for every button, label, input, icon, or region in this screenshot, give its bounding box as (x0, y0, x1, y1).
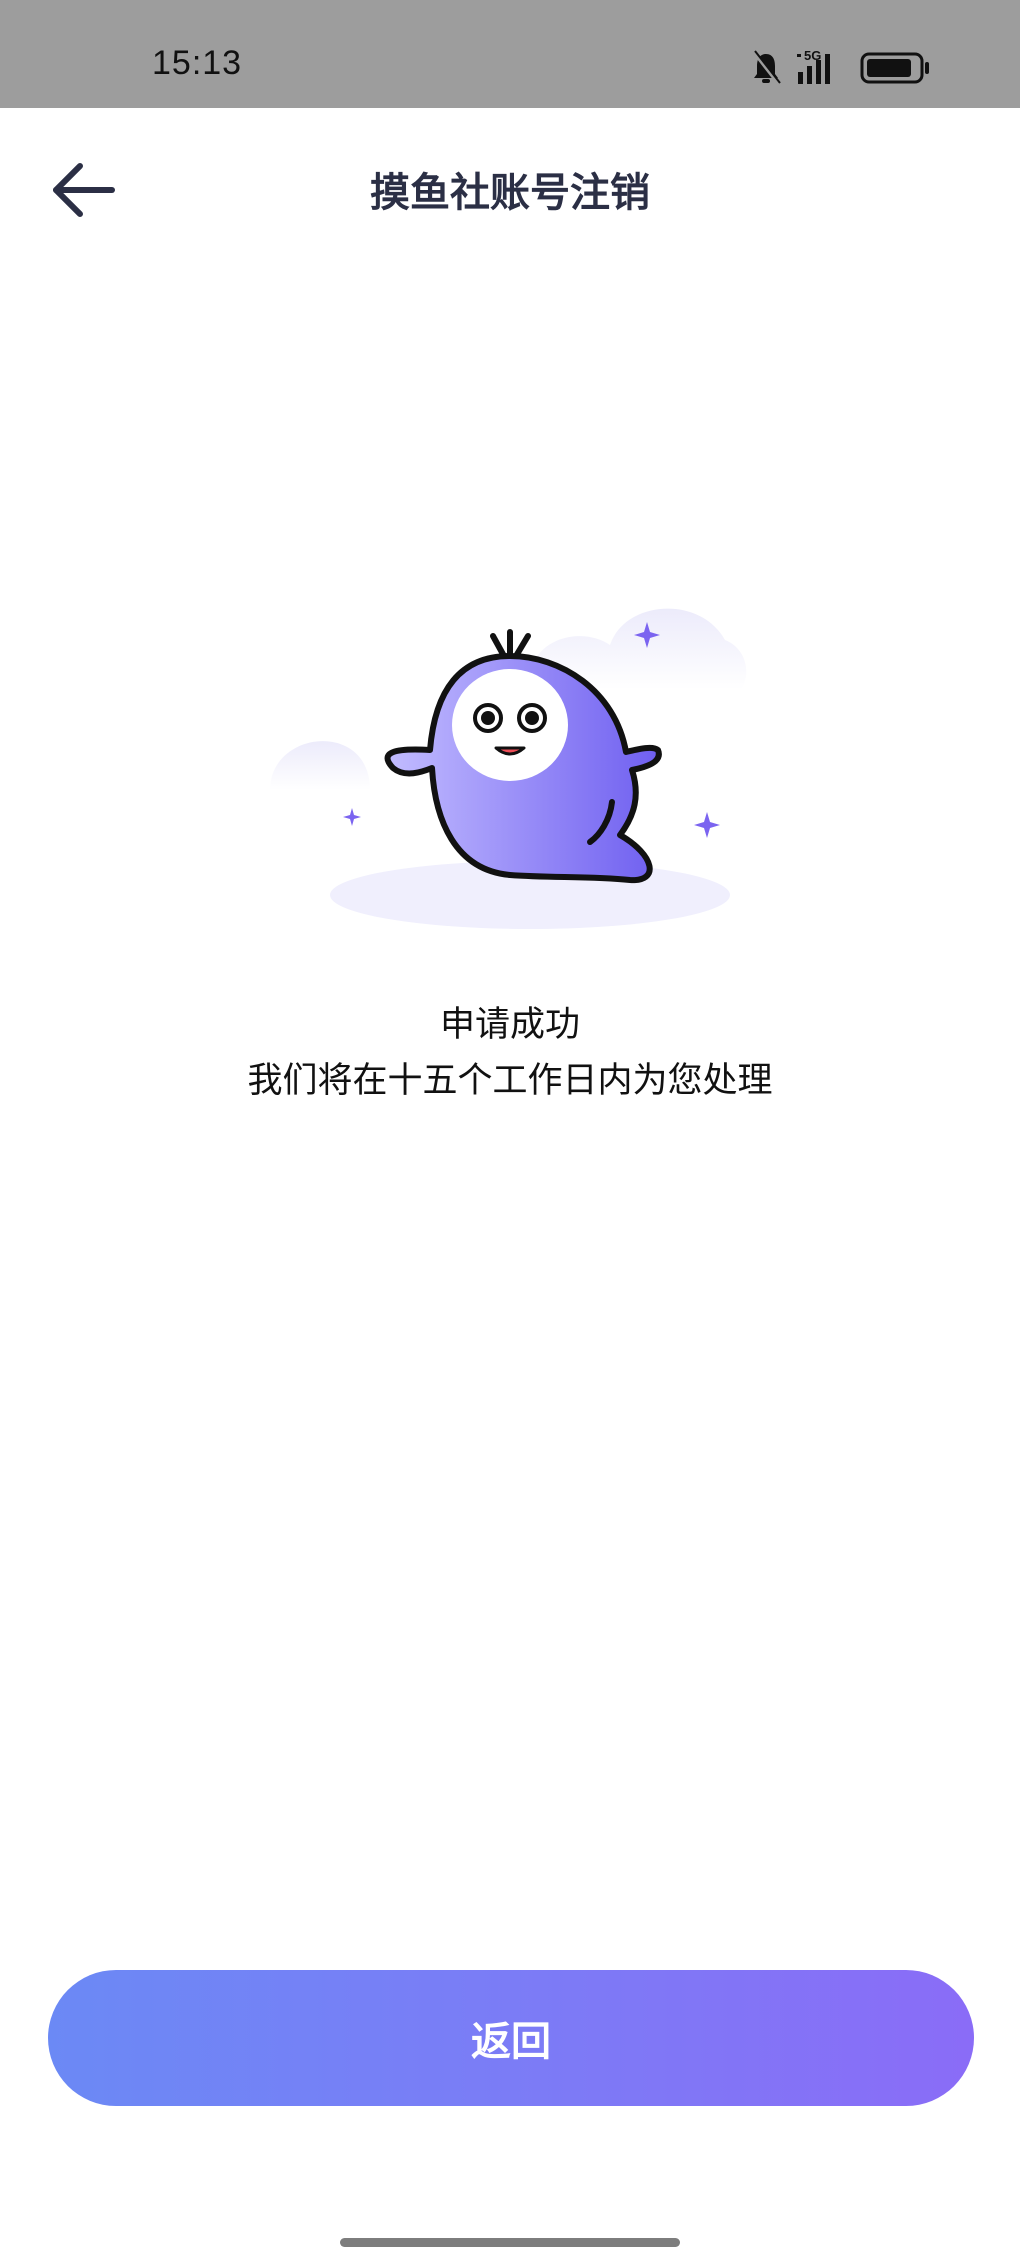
home-indicator[interactable] (340, 2238, 680, 2247)
success-illustration (260, 580, 760, 940)
battery-icon (860, 52, 929, 84)
status-icons: 5G (752, 48, 929, 86)
return-button[interactable]: 返回 (48, 1970, 974, 2106)
page-title: 摸鱼社账号注销 (370, 170, 650, 216)
mascot-ghost-icon (270, 608, 747, 929)
success-title: 申请成功 (439, 1005, 580, 1045)
bell-muted-icon (752, 50, 781, 86)
signal-5g-icon: 5G (797, 48, 830, 84)
nav-bar: 摸鱼社账号注销 (0, 108, 1020, 262)
status-bar: 15:13 5G (0, 0, 1020, 108)
status-time: 15:13 (152, 44, 243, 82)
return-button-label: 返回 (471, 2019, 551, 2065)
success-subtitle: 我们将在十五个工作日内为您处理 (247, 1061, 773, 1101)
